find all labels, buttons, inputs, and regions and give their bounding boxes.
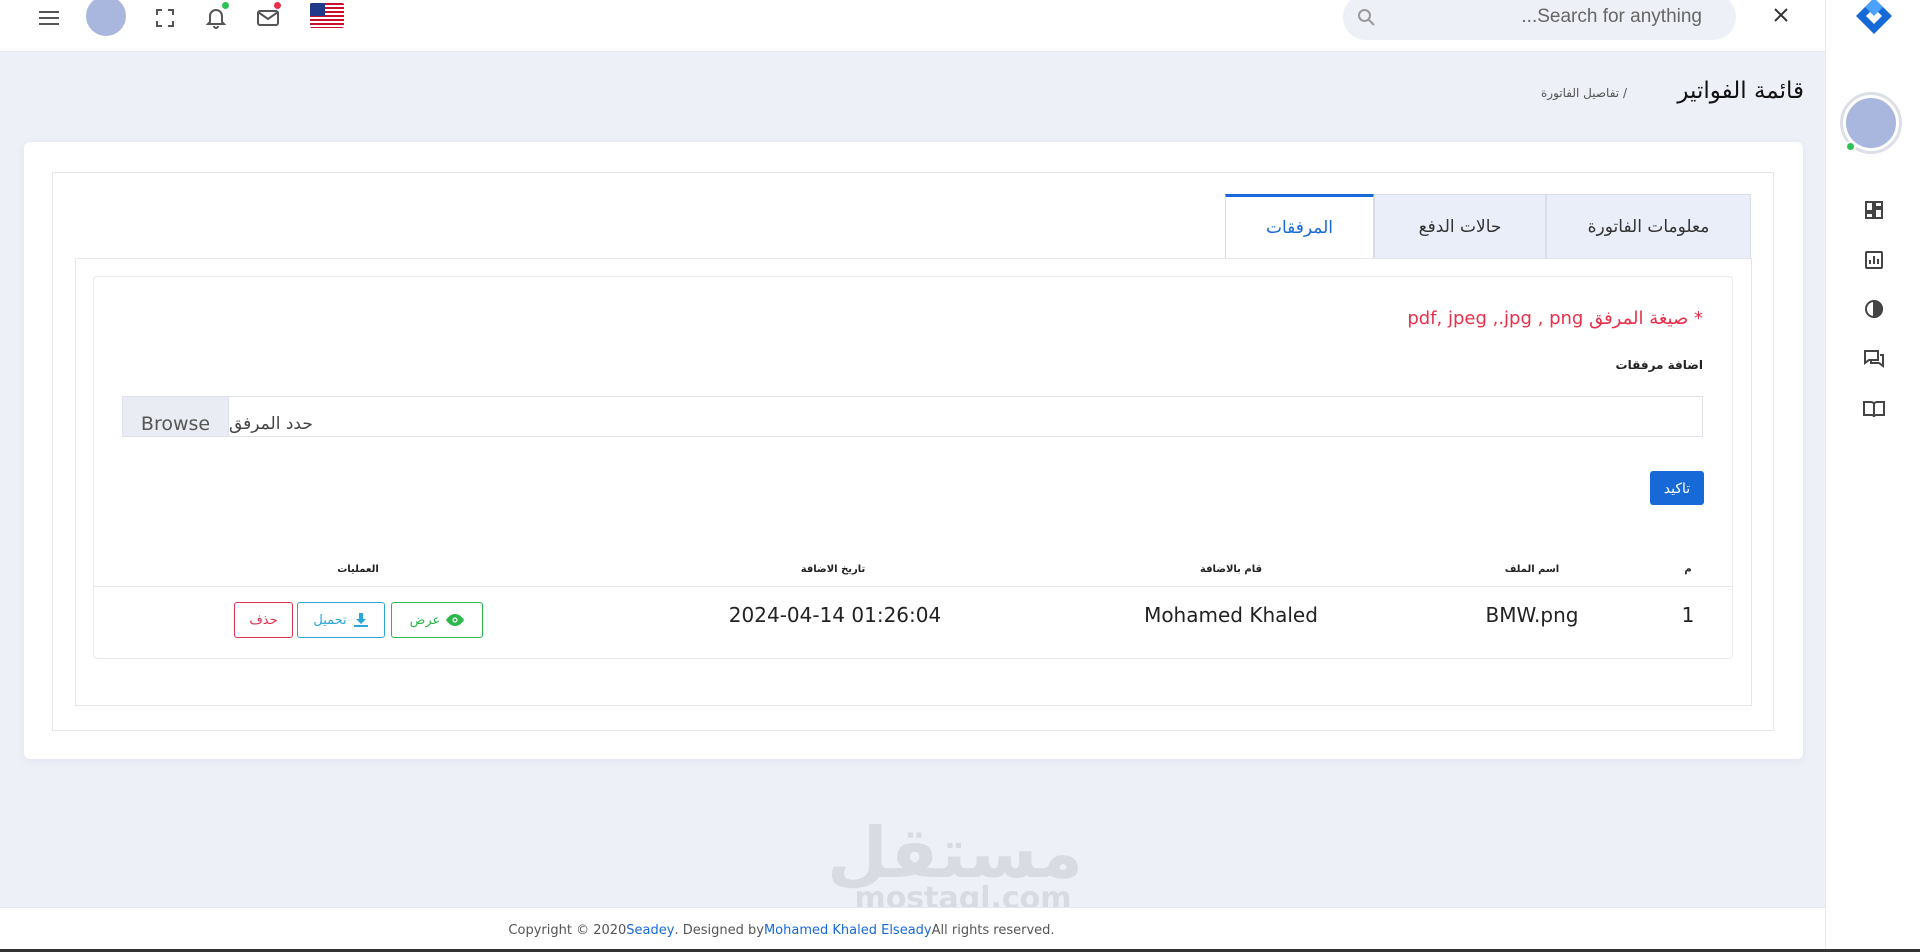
cell-index: 1	[1681, 603, 1695, 627]
mail-icon[interactable]	[253, 1, 283, 33]
cell-file-name: BMW.png	[1485, 603, 1579, 627]
header-file-name: اسم الملف	[1504, 564, 1560, 575]
sidebar-item-analytics[interactable]	[1857, 294, 1891, 328]
download-button[interactable]: تحميل	[297, 602, 385, 638]
browse-button[interactable]: Browse	[123, 397, 229, 436]
header-added-by: قام بالاضافة	[1199, 564, 1263, 575]
download-label: تحميل	[313, 612, 347, 628]
menu-icon[interactable]	[34, 3, 64, 33]
right-sidebar	[1825, 0, 1920, 952]
view-button[interactable]: عرض	[391, 602, 483, 638]
tab-invoice-info[interactable]: معلومات الفاتورة	[1546, 194, 1751, 258]
sidebar-item-messages[interactable]	[1857, 344, 1891, 378]
top-header	[0, 0, 1825, 52]
delete-button[interactable]: حذف	[234, 602, 293, 638]
tab-attachments[interactable]: المرفقات	[1225, 194, 1374, 258]
user-avatar[interactable]	[86, 0, 126, 36]
eye-icon	[446, 614, 465, 626]
confirm-button[interactable]: تاكيد	[1650, 471, 1704, 505]
search-icon	[1357, 8, 1375, 26]
brand-logo-icon[interactable]	[1852, 0, 1896, 38]
header-index: م	[1684, 564, 1692, 575]
footer-prefix: Copyright © 2020	[508, 922, 627, 938]
download-icon	[353, 612, 369, 628]
card-frame: معلومات الفاتورة حالات الدفع المرفقات * …	[52, 172, 1774, 731]
table-divider	[94, 586, 1732, 587]
watermark: مستقل mostaql.com	[826, 812, 1083, 918]
footer-suffix: All rights reserved.	[931, 922, 1055, 938]
search-input[interactable]	[1375, 5, 1722, 29]
chat-icon	[1863, 349, 1885, 373]
breadcrumb-current[interactable]: تفاصيل الفاتورة	[1541, 86, 1619, 100]
file-input[interactable]: Browse حدد المرفق	[122, 396, 1703, 437]
breadcrumb: / تفاصيل الفاتورة	[1541, 86, 1627, 100]
bell-icon[interactable]	[201, 1, 231, 33]
chart-icon	[1864, 250, 1884, 274]
tab-list: معلومات الفاتورة حالات الدفع المرفقات	[1225, 194, 1751, 258]
cell-added-date: 2024-04-14 01:26:04	[728, 603, 942, 627]
tab-payment-status[interactable]: حالات الدفع	[1374, 194, 1546, 258]
footer-brand-link[interactable]: Seadey	[626, 923, 674, 938]
dashboard-icon	[1864, 200, 1884, 224]
invoice-card: معلومات الفاتورة حالات الدفع المرفقات * …	[24, 142, 1803, 759]
footer-designer-link[interactable]: Mohamed Khaled Elseady	[764, 923, 932, 938]
add-attachments-label: اضافة مرفقات	[1615, 358, 1703, 372]
cell-added-by: Mohamed Khaled	[1144, 603, 1318, 627]
footer-middle: . Designed by	[674, 922, 764, 938]
pie-icon	[1864, 299, 1884, 323]
notification-dot	[221, 1, 230, 10]
sidebar-item-reports[interactable]	[1857, 245, 1891, 279]
fullscreen-icon[interactable]	[150, 3, 180, 33]
sidebar-item-dashboard[interactable]	[1857, 195, 1891, 229]
watermark-arabic: مستقل	[826, 812, 1083, 894]
search-box[interactable]	[1343, 0, 1736, 40]
header-actions: العمليات	[337, 564, 379, 575]
book-icon	[1863, 400, 1885, 422]
attachments-panel: * صيغة المرفق pdf, jpeg ,.jpg , png اضاف…	[93, 276, 1733, 659]
page-title: قائمة الفواتير	[1677, 78, 1804, 104]
us-flag-icon[interactable]	[310, 3, 344, 28]
online-status-dot	[1845, 141, 1856, 152]
sidebar-avatar[interactable]	[1840, 92, 1902, 154]
avatar	[1846, 98, 1896, 148]
footer: Copyright © 2020 Seadey . Designed by Mo…	[0, 907, 1825, 952]
breadcrumb-separator: /	[1622, 86, 1627, 100]
mail-dot	[273, 1, 282, 10]
sidebar-item-docs[interactable]	[1857, 394, 1891, 428]
close-icon[interactable]	[1768, 2, 1794, 28]
header-added-date: تاريخ الاضافة	[800, 564, 866, 575]
file-placeholder: حدد المرفق	[229, 414, 313, 434]
attachments-pane: * صيغة المرفق pdf, jpeg ,.jpg , png اضاف…	[75, 258, 1752, 706]
delete-label: حذف	[249, 612, 278, 628]
formats-note: * صيغة المرفق pdf, jpeg ,.jpg , png	[1407, 308, 1703, 329]
view-label: عرض	[409, 612, 441, 628]
